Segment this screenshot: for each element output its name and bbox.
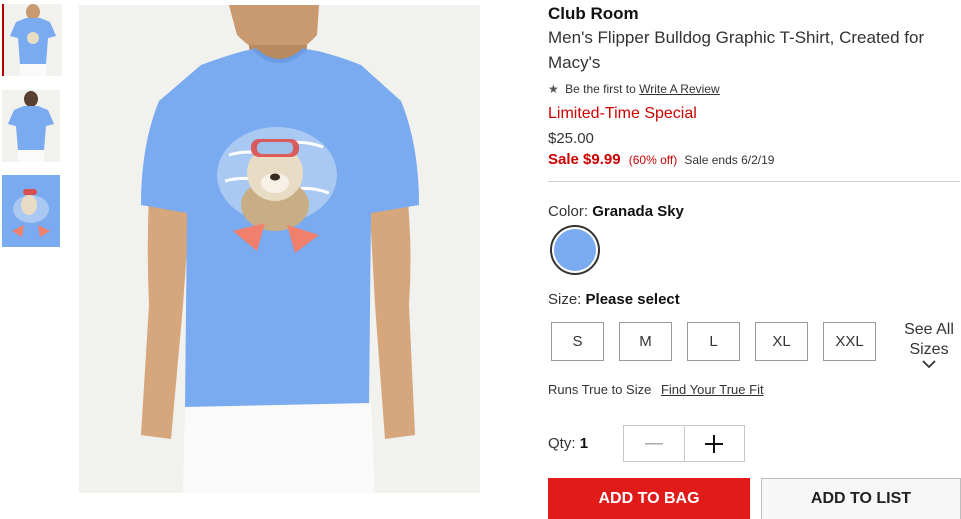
thumbnail-front-model[interactable] [2, 4, 62, 76]
quantity-increase-button[interactable] [683, 426, 745, 461]
thumbnail-graphic-closeup[interactable] [2, 175, 60, 247]
size-selection-prompt: Please select [585, 291, 680, 308]
quantity-value: 1 [579, 435, 589, 452]
main-product-image[interactable] [79, 5, 480, 493]
color-swatch-granada-sky[interactable] [550, 225, 600, 275]
color-label-text: Color: [548, 203, 589, 220]
size-option-l[interactable]: L [687, 322, 740, 361]
quantity-stepper [623, 425, 745, 462]
promo-label: Limited-Time Special [548, 105, 697, 122]
selected-color-name: Granada Sky [592, 203, 684, 220]
add-to-bag-button[interactable]: ADD TO BAG [548, 478, 750, 519]
size-label-text: Size: [548, 291, 582, 308]
size-option-xxl[interactable]: XXL [823, 322, 876, 361]
runs-true-to-size-text: Runs True to Size [548, 382, 652, 397]
size-option-m[interactable]: M [619, 322, 672, 361]
thumbnail-graphic-image [2, 175, 60, 247]
find-true-fit-link[interactable]: Find Your True Fit [661, 382, 764, 397]
brand-name[interactable]: Club Room [548, 4, 639, 24]
discount-percent: (60% off) [628, 153, 678, 167]
size-label: Size: Please select [548, 291, 680, 308]
minus-icon [644, 442, 663, 444]
review-row: ★ Be the first to Write A Review [548, 82, 720, 96]
size-option-xl[interactable]: XL [755, 322, 808, 361]
divider [548, 181, 960, 182]
thumbnail-back-model[interactable] [2, 90, 60, 162]
color-label: Color: Granada Sky [548, 203, 684, 220]
sale-price-row: Sale $9.99 (60% off) Sale ends 6/2/19 [548, 151, 774, 168]
star-icon: ★ [548, 82, 559, 96]
fit-info-row: Runs True to Size Find Your True Fit [548, 382, 764, 397]
quantity-label-text: Qty: [548, 435, 576, 452]
quantity-label: Qty: 1 [548, 435, 588, 452]
review-prefix: Be the first to [565, 82, 636, 96]
sale-end-date: Sale ends 6/2/19 [684, 153, 775, 167]
see-all-line-2: Sizes [909, 341, 949, 358]
see-all-line-1: See All [904, 321, 954, 338]
color-swatch-fill [554, 229, 596, 271]
chevron-down-icon [922, 360, 936, 369]
see-all-sizes-button[interactable]: See All Sizes [896, 320, 961, 369]
sale-price: Sale $9.99 [548, 151, 621, 168]
size-option-s[interactable]: S [551, 322, 604, 361]
product-title: Men's Flipper Bulldog Graphic T-Shirt, C… [548, 28, 925, 72]
quantity-decrease-button[interactable] [624, 426, 684, 461]
add-to-list-button[interactable]: ADD TO LIST [761, 478, 961, 519]
write-review-link[interactable]: Write A Review [639, 82, 719, 96]
plus-icon [705, 434, 724, 453]
model-wearing-shirt-illustration [79, 5, 480, 493]
thumbnail-back-image [2, 90, 60, 162]
thumbnail-front-image [4, 4, 62, 76]
original-price: $25.00 [548, 130, 594, 147]
